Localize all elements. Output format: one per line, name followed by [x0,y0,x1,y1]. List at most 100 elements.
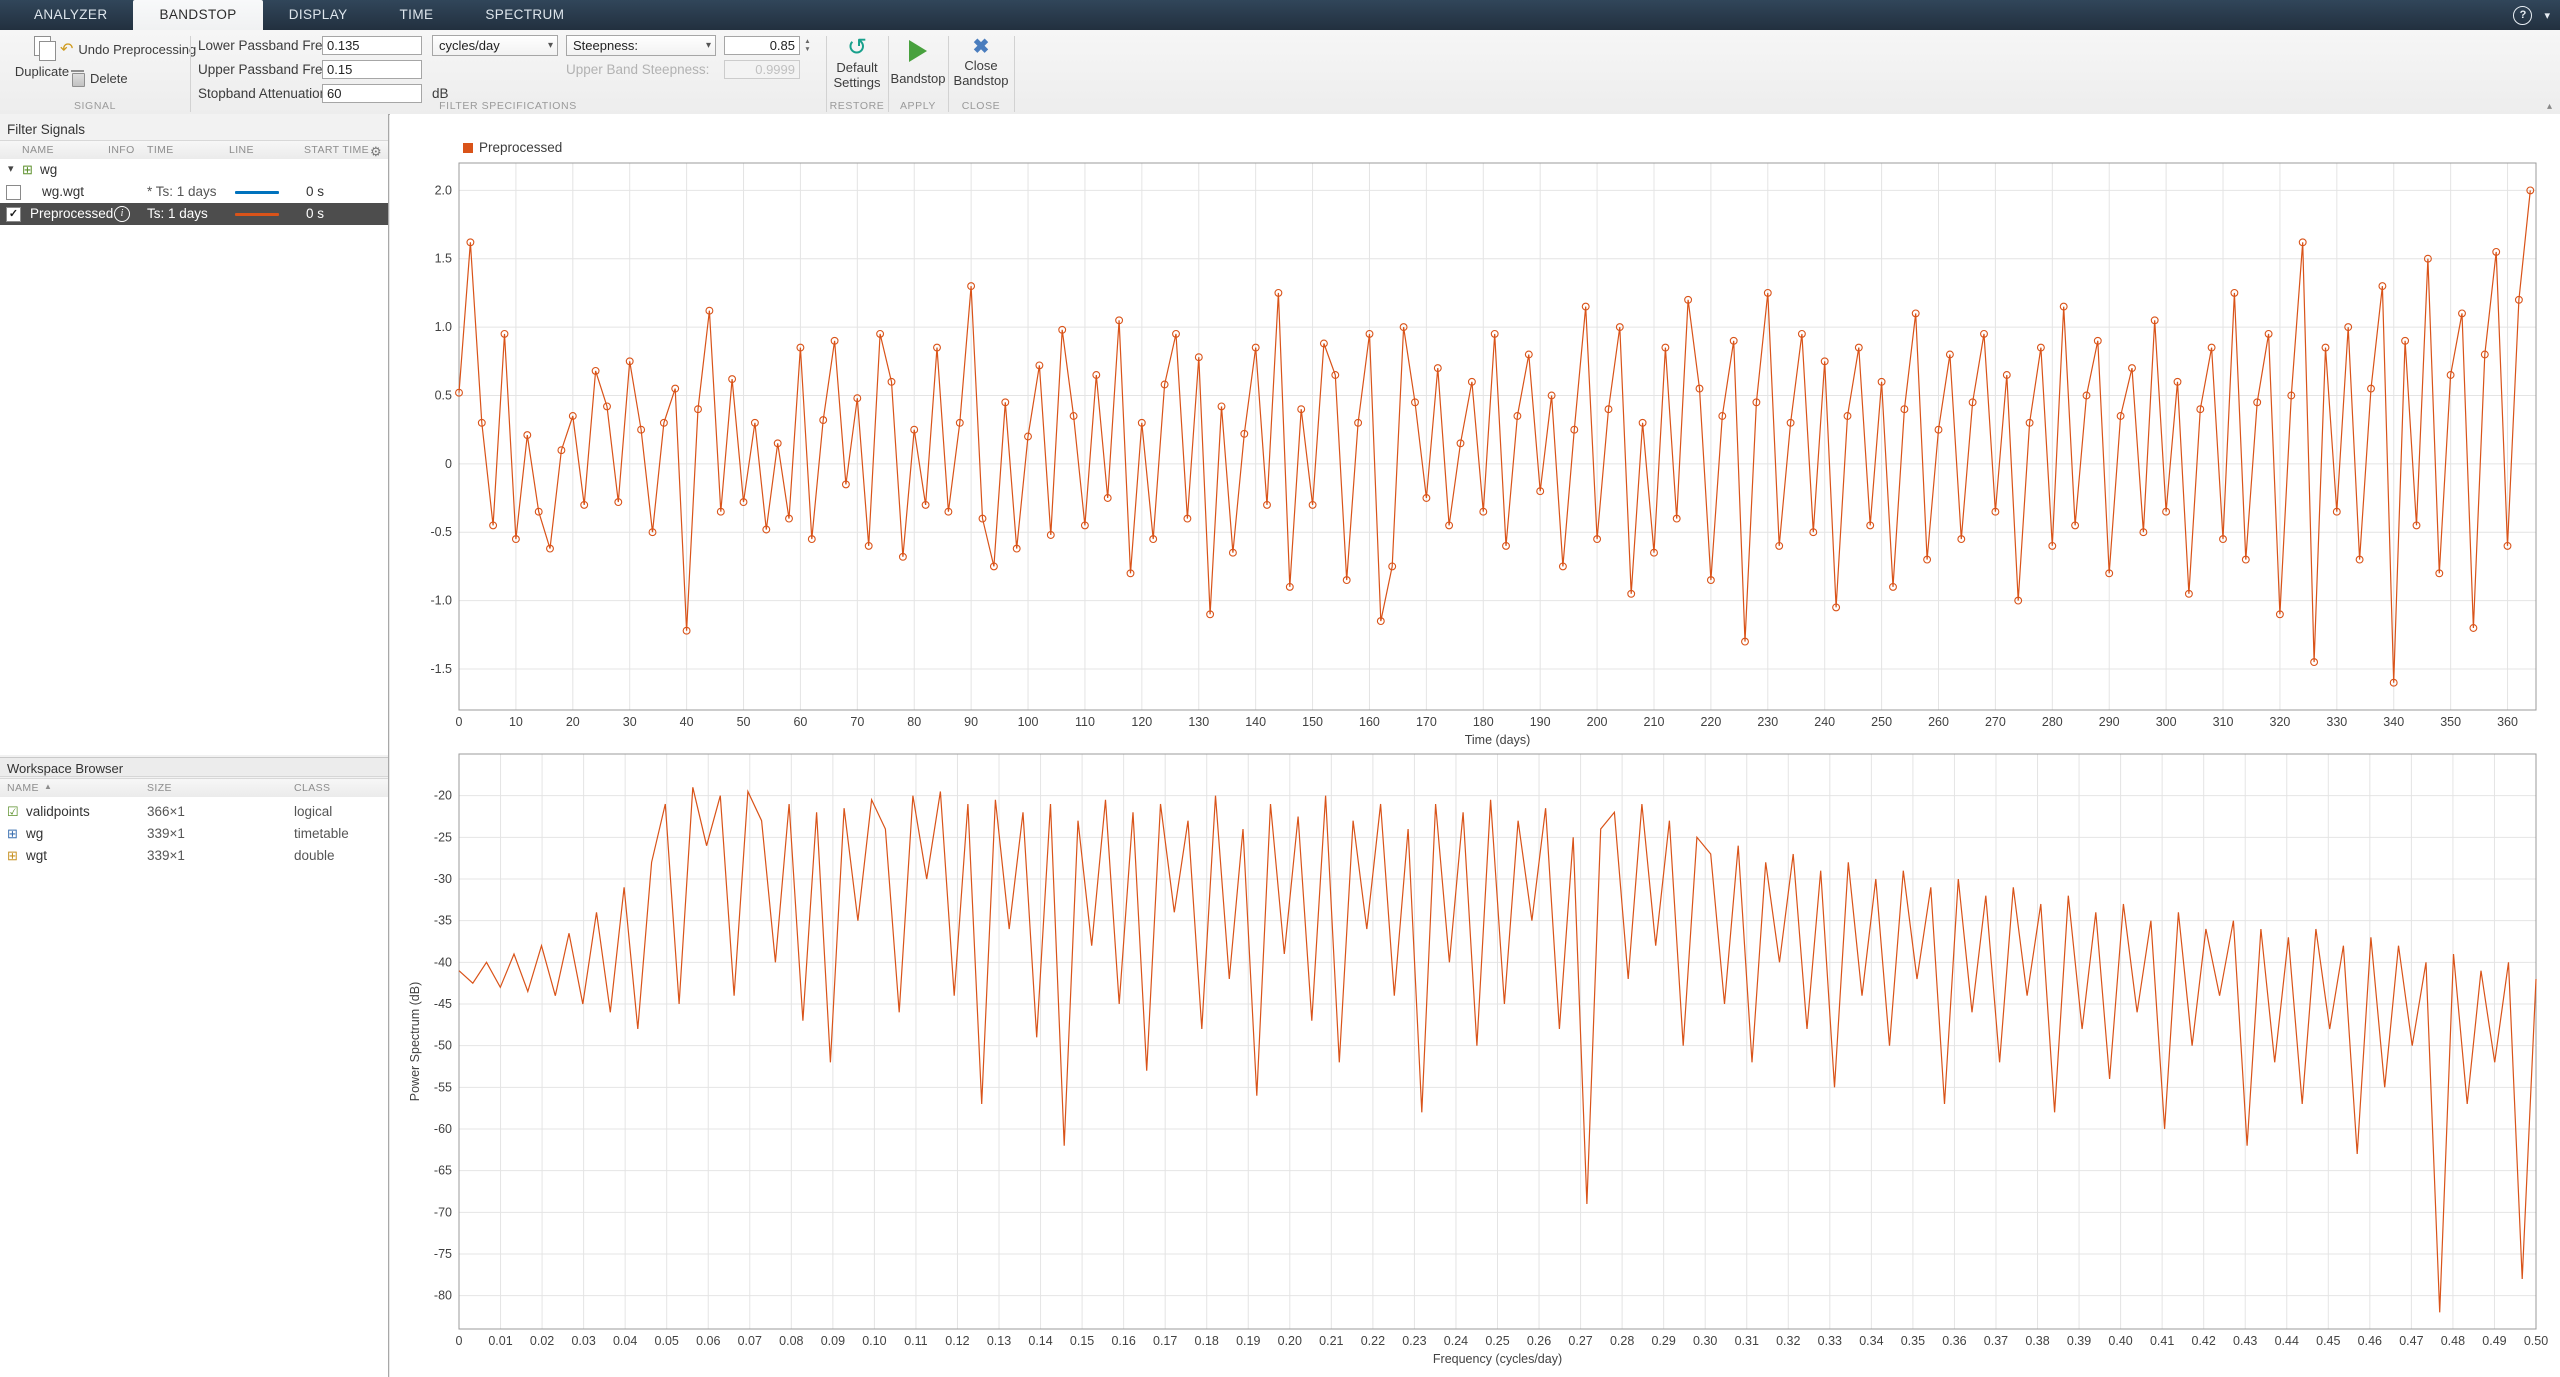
col-time[interactable]: TIME [147,144,174,156]
workspace-row-wgt[interactable]: ⊞ wgt 339×1 double [0,845,388,867]
svg-text:-1.0: -1.0 [430,594,452,608]
svg-text:100: 100 [1018,715,1039,729]
toolstrip-menu-caret-icon[interactable]: ▾ [2544,9,2550,22]
svg-text:-30: -30 [434,872,452,886]
steepness-value-input[interactable] [724,36,800,55]
tab-bandstop[interactable]: BANDSTOP [133,0,262,30]
filter-specifications-section-label: FILTER SPECIFICATIONS [190,100,826,112]
col-name[interactable]: NAME [7,782,39,794]
info-icon[interactable]: i [114,206,130,222]
signal-name: wg.wgt [42,184,84,199]
svg-text:350: 350 [2440,715,2461,729]
svg-text:-40: -40 [434,955,452,969]
table-row-preprocessed[interactable]: ✓ Preprocessed i Ts: 1 days 0 s [0,203,388,225]
svg-text:0.14: 0.14 [1028,1334,1052,1348]
workspace-row-validpoints[interactable]: ☑ validpoints 366×1 logical [0,801,388,823]
spinner-up-icon[interactable]: ▲ [801,38,814,46]
col-info[interactable]: INFO [108,144,135,156]
steepness-spinner[interactable]: ▲ ▼ [801,36,814,55]
svg-text:0.10: 0.10 [862,1334,886,1348]
svg-text:0.02: 0.02 [530,1334,554,1348]
svg-text:0: 0 [456,1334,463,1348]
svg-text:0.29: 0.29 [1651,1334,1675,1348]
close-bandstop-button[interactable]: ✖ Close Bandstop [948,36,1014,88]
filter-signals-title: Filter Signals [7,122,85,137]
svg-text:0.12: 0.12 [945,1334,969,1348]
tree-expander-icon[interactable]: ▾ [8,162,14,175]
svg-text:0.03: 0.03 [571,1334,595,1348]
svg-text:210: 210 [1644,715,1665,729]
workspace-row-wg[interactable]: ⊞ wg 339×1 timetable [0,823,388,845]
frequency-units-dropdown[interactable]: cycles/day ▾ [432,35,558,56]
svg-text:0.09: 0.09 [821,1334,845,1348]
default-settings-button[interactable]: ↺ Default Settings [826,36,888,90]
svg-text:220: 220 [1700,715,1721,729]
svg-text:0.30: 0.30 [1693,1334,1717,1348]
signal-start-time: 0 s [306,184,324,199]
row-checkbox[interactable] [6,185,21,200]
spinner-down-icon[interactable]: ▼ [801,46,814,54]
col-class[interactable]: CLASS [294,782,330,794]
svg-text:0.41: 0.41 [2150,1334,2174,1348]
steepness-mode-dropdown[interactable]: Steepness: ▾ [566,35,716,56]
help-icon[interactable]: ? [2513,6,2532,25]
table-row-wg-wgt[interactable]: wg.wgt * Ts: 1 days 0 s [0,181,388,203]
svg-text:310: 310 [2213,715,2234,729]
svg-text:0.50: 0.50 [2524,1334,2548,1348]
svg-text:40: 40 [680,715,694,729]
svg-text:0: 0 [456,715,463,729]
svg-text:120: 120 [1131,715,1152,729]
signal-name: Preprocessed [30,206,113,221]
duplicate-icon [34,36,51,56]
col-line[interactable]: LINE [229,144,254,156]
close-icon: ✖ [973,36,990,58]
apply-play-icon [909,40,927,62]
svg-text:0.19: 0.19 [1236,1334,1260,1348]
svg-text:0.49: 0.49 [2482,1334,2506,1348]
variable-name: validpoints [26,804,90,819]
chevron-down-icon: ▾ [548,40,553,51]
svg-text:0.34: 0.34 [1859,1334,1883,1348]
col-size[interactable]: SIZE [147,782,172,794]
time-plot[interactable]: 0102030405060708090100110120130140150160… [399,135,2549,755]
spectrum-plot[interactable]: 00.010.020.030.040.050.060.070.080.090.1… [399,745,2549,1375]
svg-text:290: 290 [2099,715,2120,729]
col-name[interactable]: NAME [22,144,54,156]
section-divider [1014,36,1015,112]
svg-text:-0.5: -0.5 [430,525,452,539]
svg-text:320: 320 [2270,715,2291,729]
tab-time[interactable]: TIME [374,0,460,30]
svg-text:0.08: 0.08 [779,1334,803,1348]
tab-display[interactable]: DISPLAY [263,0,374,30]
svg-text:-20: -20 [434,789,452,803]
svg-text:300: 300 [2156,715,2177,729]
svg-text:0.20: 0.20 [1278,1334,1302,1348]
lower-passband-input[interactable] [322,36,422,55]
svg-text:160: 160 [1359,715,1380,729]
undo-preprocessing-button[interactable]: ↶ Undo Preprocessing [60,42,196,57]
left-panel: Filter Signals NAME INFO TIME LINE START… [0,114,389,1377]
svg-text:280: 280 [2042,715,2063,729]
signal-group-row[interactable]: ▾ ⊞ wg [0,159,388,181]
stopband-attenuation-label: Stopband Attenuation: [198,86,331,101]
workspace-browser-header: Workspace Browser [0,757,388,777]
row-checkbox[interactable]: ✓ [6,207,21,222]
signal-time: * Ts: 1 days [147,184,217,199]
bandstop-apply-button[interactable]: Bandstop [888,40,948,86]
variable-size: 339×1 [147,826,185,841]
svg-text:0.36: 0.36 [1942,1334,1966,1348]
delete-button[interactable]: Delete [72,70,128,87]
upper-band-steepness-input [724,60,800,79]
col-start-time[interactable]: START TIME [304,144,369,156]
collapse-toolstrip-icon[interactable]: ▴ [2547,101,2552,112]
variable-size: 366×1 [147,804,185,819]
svg-text:0.17: 0.17 [1153,1334,1177,1348]
svg-text:180: 180 [1473,715,1494,729]
tab-spectrum[interactable]: SPECTRUM [459,0,590,30]
tab-analyzer[interactable]: ANALYZER [8,0,133,30]
bandstop-toolstrip: Duplicate ↶ Undo Preprocessing Delete SI… [0,30,2560,115]
svg-text:70: 70 [850,715,864,729]
upper-passband-input[interactable] [322,60,422,79]
gear-icon[interactable]: ⚙ [370,144,382,160]
svg-text:0.28: 0.28 [1610,1334,1634,1348]
